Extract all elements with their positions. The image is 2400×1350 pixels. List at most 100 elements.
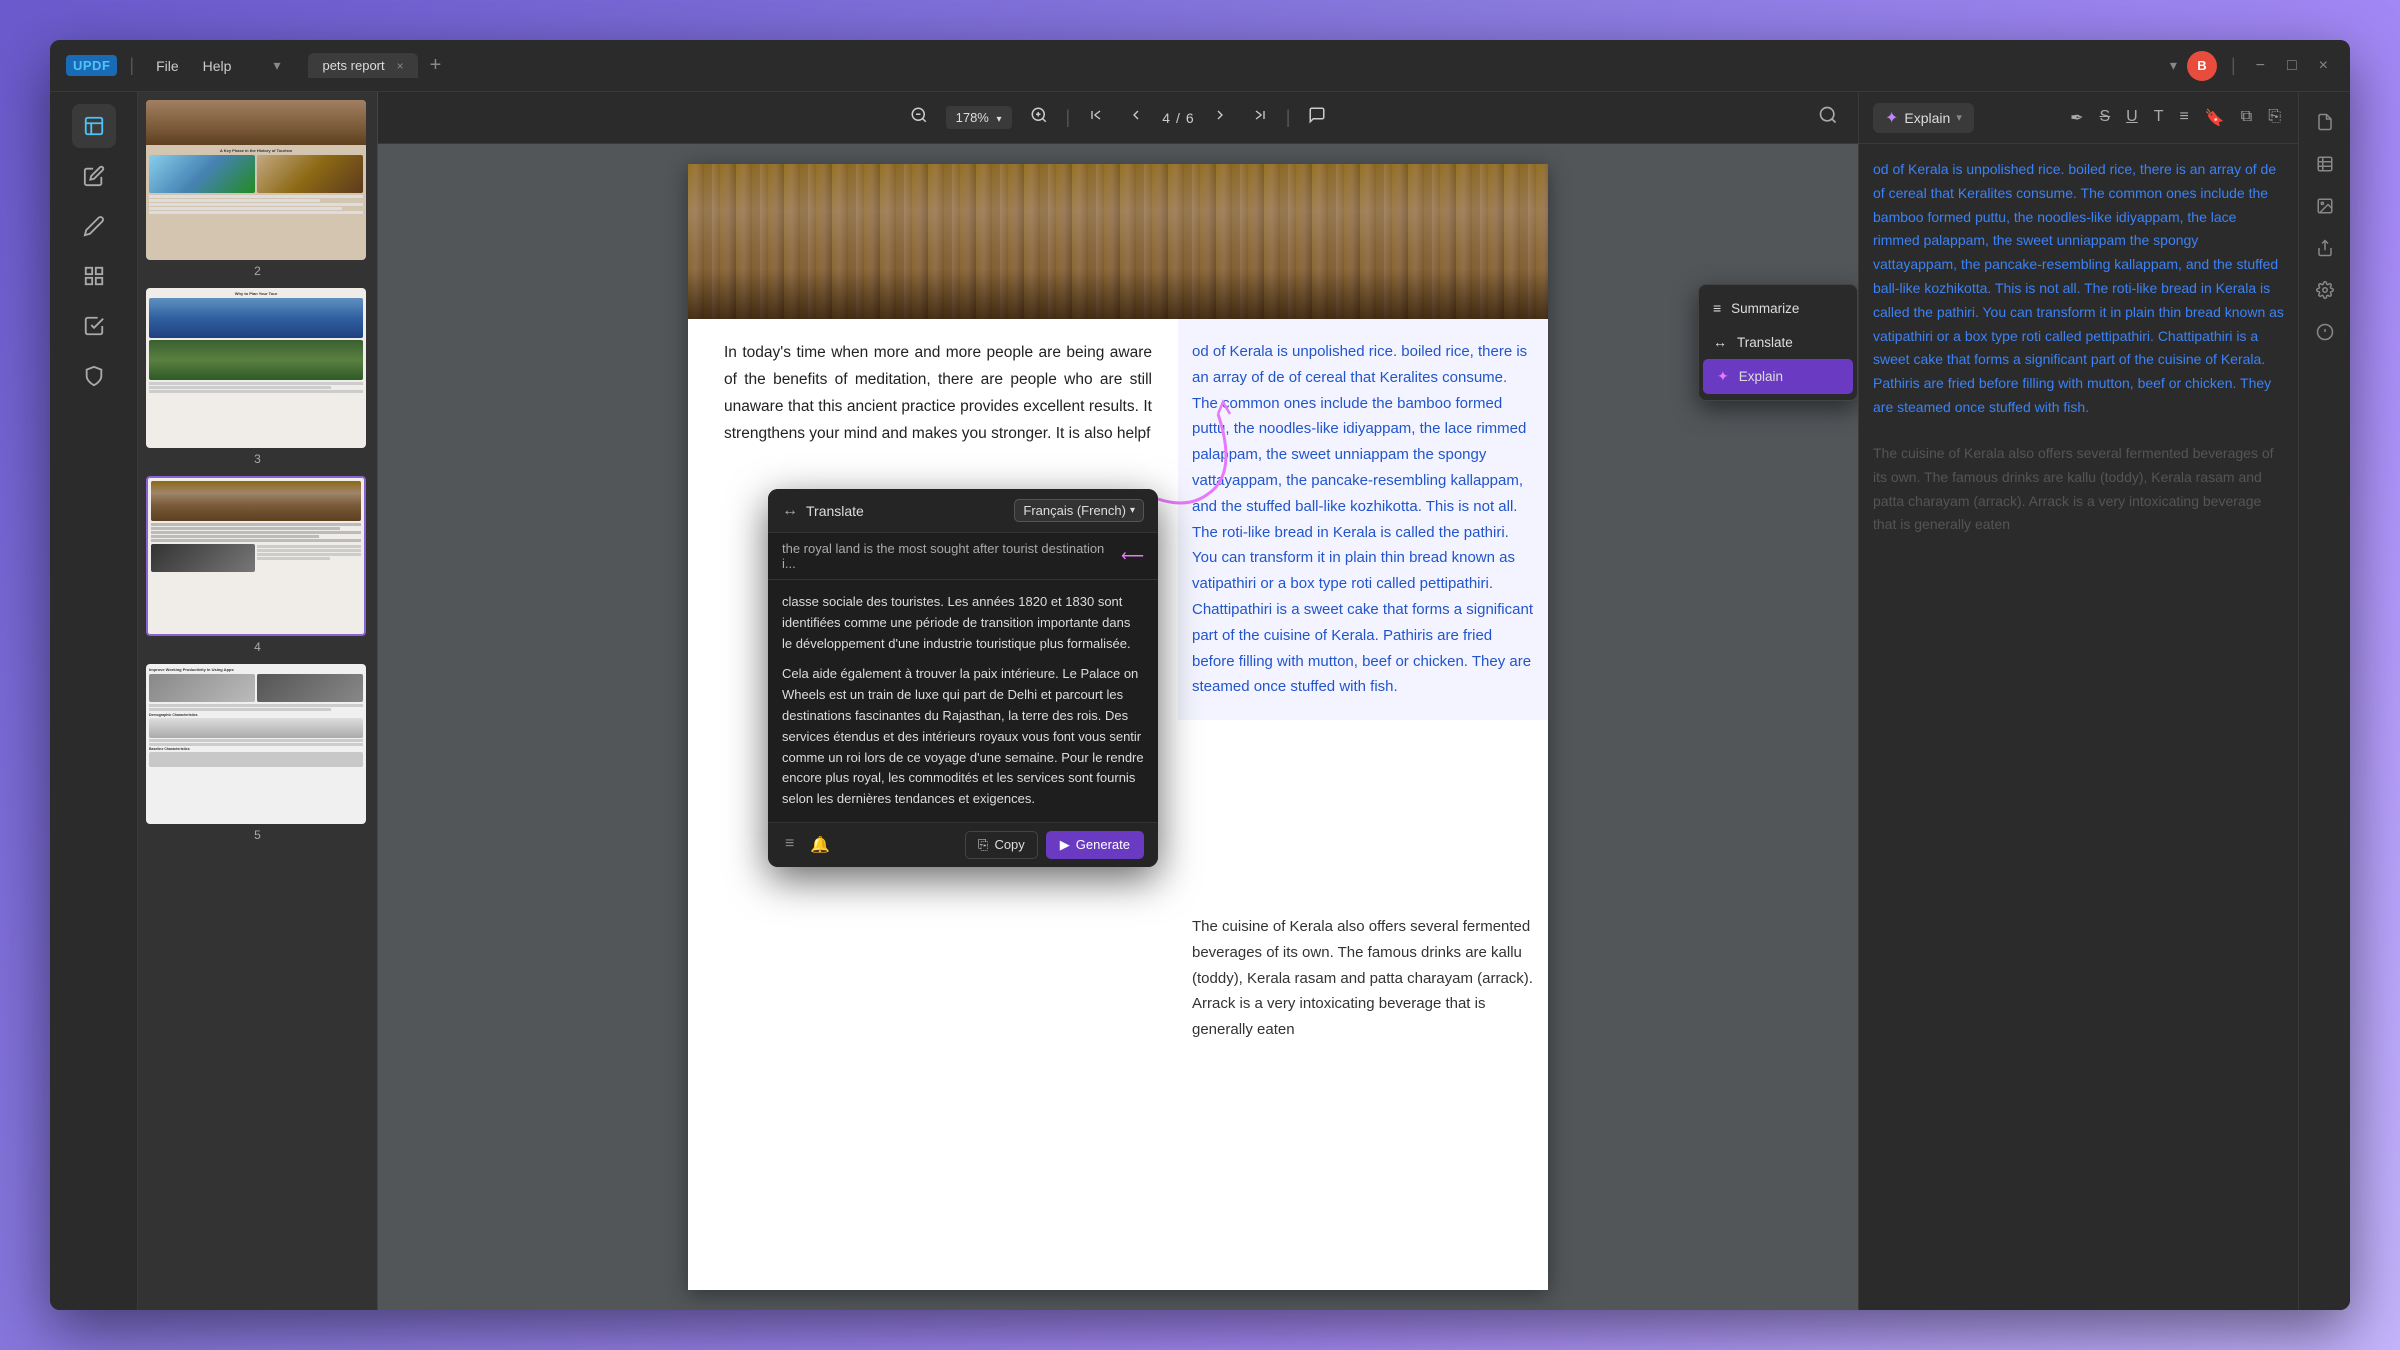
sidebar-icon-pages[interactable]	[72, 104, 116, 148]
copy-label: Copy	[994, 837, 1024, 852]
far-icon-image[interactable]	[2307, 188, 2343, 224]
thumbnail-2[interactable]: A Key Phase in the History of Tourism	[146, 100, 369, 278]
translate-action-btns: ⎘ Copy ▶ Generate	[965, 831, 1144, 859]
ai-explain-item[interactable]: ✦ Explain	[1703, 359, 1853, 394]
explain-btn-label: Explain	[1904, 110, 1950, 126]
far-icon-info[interactable]	[2307, 314, 2343, 350]
translate-label: Translate	[1737, 335, 1793, 350]
pdf-page: In today's time when more and more peopl…	[378, 144, 1858, 1310]
page-hero-image	[688, 164, 1548, 319]
far-icon-ocr[interactable]	[2307, 146, 2343, 182]
body-text-paragraph: In today's time when more and more peopl…	[724, 339, 1152, 448]
page-body: In today's time when more and more peopl…	[688, 319, 1188, 468]
pdf-toolbar: 178% ▾ |	[378, 92, 1858, 144]
far-right-sidebar	[2298, 92, 2350, 1310]
comment-btn[interactable]	[1302, 102, 1332, 133]
bottom-right-text-content: The cuisine of Kerala also offers severa…	[1192, 918, 1533, 1038]
first-page-btn[interactable]	[1082, 103, 1110, 132]
sidebar-icon-annotate[interactable]	[72, 204, 116, 248]
thumb-num-4: 4	[146, 640, 369, 654]
thumb-num-5: 5	[146, 828, 369, 842]
translate-para-1: classe sociale des touristes. Les années…	[782, 592, 1144, 654]
close-button[interactable]: ×	[2313, 57, 2334, 75]
pdf-area: 178% ▾ |	[378, 92, 1858, 1310]
translate-para-2: Cela aide également à trouver la paix in…	[782, 664, 1144, 810]
tab-area: pets report × +	[308, 53, 2157, 78]
title-bar-actions: ▾ B | − □ ×	[2170, 51, 2334, 81]
strikethrough-icon[interactable]: S	[2096, 105, 2113, 131]
summarize-label: Summarize	[1731, 301, 1799, 316]
copy-icon: ⎘	[978, 837, 988, 853]
paste-icon[interactable]: ⎘	[2265, 105, 2284, 131]
app-logo: UPDF	[66, 55, 117, 76]
page-nav: 4 / 6	[1162, 110, 1193, 126]
bookmark-icon[interactable]: 🔖	[2202, 105, 2228, 131]
zoom-level: 178%	[956, 110, 989, 125]
thumbnail-3[interactable]: Why to Plan Your Tour 3	[146, 288, 369, 466]
tab-label: pets report	[322, 58, 384, 73]
translate-footer-left: ≡ 🔔	[782, 832, 833, 858]
tab-add-icon[interactable]: +	[422, 54, 450, 77]
menu-help[interactable]: Help	[193, 54, 242, 78]
sidebar-icon-organize[interactable]	[72, 254, 116, 298]
far-icon-share[interactable]	[2307, 230, 2343, 266]
user-avatar: B	[2187, 51, 2217, 81]
ai-dropdown-menu: ≡ Summarize ↔ Translate ✦ Explain	[1698, 284, 1858, 401]
explain-star-icon: ✦	[1885, 108, 1898, 128]
thumbnail-5[interactable]: Improve Working Productivity In Using Ap…	[146, 664, 369, 842]
zoom-out-btn[interactable]	[904, 102, 934, 133]
pen-icon[interactable]: ✒	[2067, 105, 2086, 131]
generate-button[interactable]: ▶ Generate	[1046, 831, 1144, 859]
thumb-img-2: A Key Phase in the History of Tourism	[146, 100, 366, 260]
thumbnail-panel[interactable]: A Key Phase in the History of Tourism	[138, 92, 378, 1310]
thumb-img-4	[146, 476, 366, 636]
far-icon-settings[interactable]	[2307, 272, 2343, 308]
translate-list-icon[interactable]: ≡	[782, 832, 797, 858]
minimize-button[interactable]: −	[2250, 57, 2271, 75]
lang-dropdown-icon: ▾	[1130, 505, 1135, 516]
right-column-text: od of Kerala is unpolished rice. boiled …	[1178, 319, 1548, 720]
menu-bar: File Help	[146, 54, 241, 78]
tab-pets-report[interactable]: pets report ×	[308, 53, 417, 78]
prev-page-btn[interactable]	[1122, 103, 1150, 132]
ai-translate-item[interactable]: ↔ Translate	[1699, 325, 1857, 359]
nav-dropdown-icon[interactable]: ▾	[2170, 57, 2177, 74]
lang-label: Français (French)	[1023, 503, 1126, 518]
far-icon-pdf[interactable]	[2307, 104, 2343, 140]
thumbnail-4[interactable]: 4	[146, 476, 369, 654]
search-btn[interactable]	[1818, 105, 1838, 130]
explain-label: Explain	[1739, 369, 1783, 384]
last-page-btn[interactable]	[1246, 103, 1274, 132]
zoom-display[interactable]: 178% ▾	[946, 106, 1012, 129]
sidebar-icon-forms[interactable]	[72, 304, 116, 348]
align-icon[interactable]: ≡	[2176, 105, 2191, 131]
zoom-in-btn[interactable]	[1024, 102, 1054, 133]
explain-icon: ✦	[1717, 368, 1729, 385]
copy-format-icon[interactable]: ⧉	[2238, 105, 2255, 131]
toolbar-sep-2: |	[1286, 107, 1291, 128]
menu-file[interactable]: File	[146, 54, 189, 78]
underline-icon[interactable]: U	[2123, 105, 2141, 131]
tab-close-icon[interactable]: ×	[397, 59, 404, 73]
dropdown-arrow-icon[interactable]: ▾	[273, 57, 280, 74]
body-text-content: In today's time when more and more peopl…	[724, 339, 1152, 448]
app-window: UPDF | File Help ▾ pets report × + ▾ B |…	[50, 40, 2350, 1310]
ai-summarize-item[interactable]: ≡ Summarize	[1699, 291, 1857, 325]
explain-button[interactable]: ✦ Explain ▾	[1873, 103, 1974, 133]
translate-icon-header: ↔	[782, 502, 798, 520]
translate-voice-icon[interactable]: 🔔	[807, 832, 833, 858]
next-page-btn[interactable]	[1206, 103, 1234, 132]
copy-button[interactable]: ⎘ Copy	[965, 831, 1038, 859]
translate-lang-select[interactable]: Français (French) ▾	[1014, 499, 1144, 522]
translate-title: Translate	[806, 503, 864, 519]
translate-popup: ↔ Translate Français (French) ▾ the roya…	[768, 489, 1158, 867]
translate-arrow-icon: ⟵	[1121, 546, 1144, 566]
bottom-right-text: The cuisine of Kerala also offers severa…	[1178, 914, 1548, 1043]
translate-source-bar: the royal land is the most sought after …	[768, 533, 1158, 580]
sidebar-icon-edit[interactable]	[72, 154, 116, 198]
text-icon[interactable]: T	[2151, 105, 2167, 131]
generate-label: Generate	[1076, 837, 1130, 852]
maximize-button[interactable]: □	[2281, 57, 2303, 75]
sidebar-icon-protect[interactable]	[72, 354, 116, 398]
page-current: 4	[1162, 110, 1170, 126]
